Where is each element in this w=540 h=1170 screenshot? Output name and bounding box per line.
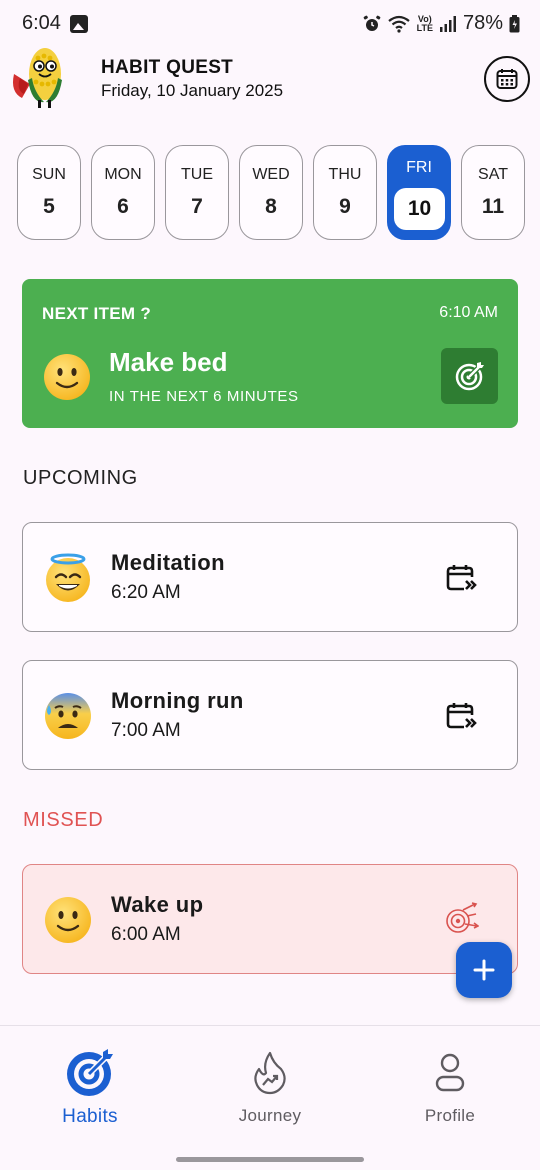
habit-name: Wake up bbox=[111, 892, 204, 917]
nav-habits[interactable]: Habits bbox=[0, 1026, 180, 1146]
nav-journey[interactable]: Journey bbox=[180, 1026, 360, 1146]
day-number: 8 bbox=[265, 195, 277, 218]
habit-time: 6:00 AM bbox=[111, 924, 181, 945]
next-item-label: NEXT ITEM ? bbox=[42, 304, 152, 323]
day-number: 6 bbox=[117, 195, 129, 218]
day-name: FRI bbox=[406, 159, 432, 176]
day-mon[interactable]: MON 6 bbox=[91, 145, 155, 240]
target-icon bbox=[455, 362, 484, 391]
smiling-face-with-halo-icon bbox=[46, 553, 90, 602]
day-number: 9 bbox=[339, 195, 351, 218]
next-item-title: Make bed bbox=[109, 347, 228, 377]
person-icon bbox=[425, 1048, 475, 1098]
slightly-smiling-face-icon bbox=[44, 354, 90, 400]
day-name: MON bbox=[104, 166, 142, 183]
status-bar: 6:04 Vo) LTE 78% bbox=[0, 0, 540, 50]
bottom-navigation: Habits Journey Profile bbox=[0, 1025, 540, 1170]
volte-badge: Vo) LTE bbox=[416, 14, 433, 33]
day-number: 7 bbox=[191, 195, 203, 218]
status-icons: Vo) LTE 78% bbox=[363, 12, 520, 35]
wifi-icon bbox=[387, 15, 410, 33]
day-name: TUE bbox=[181, 166, 213, 183]
day-wed[interactable]: WED 8 bbox=[239, 145, 303, 240]
nav-profile[interactable]: Profile bbox=[360, 1026, 540, 1146]
next-item-card[interactable]: NEXT ITEM ? 6:10 AM Make bed IN THE NEXT… bbox=[22, 279, 518, 428]
image-icon bbox=[70, 15, 88, 33]
day-number: 10 bbox=[394, 188, 445, 230]
upcoming-heading: UPCOMING bbox=[23, 467, 138, 489]
day-name: SAT bbox=[478, 166, 508, 183]
habit-card-wake-up[interactable]: Wake up 6:00 AM bbox=[22, 864, 518, 974]
nav-label: Habits bbox=[62, 1106, 118, 1127]
app-title: HABIT QUEST bbox=[101, 57, 234, 78]
flame-trend-icon bbox=[245, 1048, 295, 1098]
slightly-smiling-face-icon bbox=[45, 897, 91, 943]
habit-name: Meditation bbox=[111, 550, 225, 575]
reschedule-button[interactable] bbox=[441, 559, 481, 597]
day-sun[interactable]: SUN 5 bbox=[17, 145, 81, 240]
day-selector: SUN 5 MON 6 TUE 7 WED 8 THU 9 FRI 10 SAT… bbox=[0, 145, 540, 241]
day-number: 11 bbox=[481, 195, 505, 218]
next-item-subtitle: IN THE NEXT 6 MINUTES bbox=[109, 388, 299, 405]
day-name: WED bbox=[252, 166, 290, 183]
calendar-skip-icon bbox=[446, 703, 477, 729]
day-tue[interactable]: TUE 7 bbox=[165, 145, 229, 240]
missed-target-icon bbox=[446, 902, 479, 933]
alarm-icon bbox=[363, 15, 380, 31]
reschedule-button[interactable] bbox=[441, 697, 481, 735]
habit-time: 7:00 AM bbox=[111, 720, 181, 741]
habit-time: 6:20 AM bbox=[111, 582, 181, 603]
calendar-skip-icon bbox=[446, 565, 477, 591]
day-name: SUN bbox=[32, 166, 66, 183]
battery-text: 78% bbox=[462, 12, 503, 34]
corn-hero-mascot-icon bbox=[8, 44, 76, 110]
target-icon bbox=[65, 1048, 115, 1098]
next-item-time: 6:10 AM bbox=[439, 304, 498, 321]
nav-label: Profile bbox=[424, 1106, 476, 1125]
day-fri[interactable]: FRI 10 bbox=[387, 145, 451, 240]
day-thu[interactable]: THU 9 bbox=[313, 145, 377, 240]
missed-status bbox=[441, 901, 481, 939]
calendar-button[interactable] bbox=[484, 56, 530, 102]
habit-name: Morning run bbox=[111, 688, 244, 713]
habit-card-morning-run[interactable]: Morning run 7:00 AM bbox=[22, 660, 518, 770]
missed-heading: MISSED bbox=[23, 809, 104, 831]
volte-bottom: LTE bbox=[416, 22, 433, 33]
add-habit-button[interactable] bbox=[456, 942, 512, 998]
anxious-face-with-sweat-icon bbox=[45, 693, 91, 739]
calendar-icon bbox=[496, 69, 518, 89]
home-indicator[interactable] bbox=[176, 1157, 364, 1162]
complete-target-button[interactable] bbox=[441, 348, 498, 404]
day-sat[interactable]: SAT 11 bbox=[461, 145, 525, 240]
status-time: 6:04 bbox=[22, 12, 61, 34]
nav-label: Journey bbox=[238, 1106, 302, 1125]
current-date: Friday, 10 January 2025 bbox=[101, 81, 284, 100]
signal-icon bbox=[439, 15, 456, 32]
plus-icon bbox=[473, 959, 495, 981]
battery-icon bbox=[509, 14, 520, 32]
day-number: 5 bbox=[43, 195, 55, 218]
day-name: THU bbox=[328, 166, 362, 183]
habit-card-meditation[interactable]: Meditation 6:20 AM bbox=[22, 522, 518, 632]
